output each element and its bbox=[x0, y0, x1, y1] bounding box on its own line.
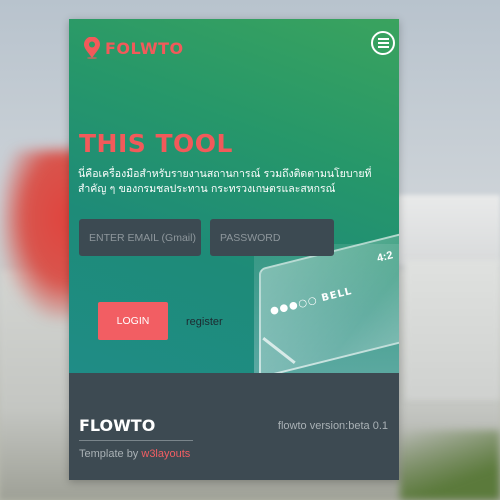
menu-bar bbox=[377, 38, 389, 40]
footer-brand: FLOWTO bbox=[79, 416, 156, 435]
hero-title: THIS TOOL bbox=[79, 129, 233, 158]
app-window: ●●●○○ BELL 4:2 FOLWTO THIS TOOL นี่คือเค… bbox=[69, 19, 399, 480]
footer: FLOWTO flowto version:beta 0.1 Template … bbox=[69, 373, 399, 480]
background-building-blur bbox=[396, 195, 500, 265]
background-wall-blur bbox=[405, 260, 500, 400]
template-credit: Template by w3layouts bbox=[79, 448, 190, 460]
background-grass-blur bbox=[400, 430, 500, 500]
logo-text: FOLWTO bbox=[105, 38, 184, 58]
login-button[interactable]: LOGIN bbox=[98, 302, 168, 340]
email-input[interactable] bbox=[79, 219, 201, 256]
password-input[interactable] bbox=[210, 219, 334, 256]
hero-section: ●●●○○ BELL 4:2 FOLWTO THIS TOOL นี่คือเค… bbox=[69, 19, 399, 373]
credit-prefix: Template by bbox=[79, 448, 142, 460]
footer-divider bbox=[79, 440, 193, 441]
register-link[interactable]: register bbox=[186, 316, 223, 328]
version-text: flowto version:beta 0.1 bbox=[277, 420, 388, 432]
menu-bar bbox=[377, 46, 389, 48]
w3layouts-link[interactable]: w3layouts bbox=[141, 448, 190, 460]
menu-icon[interactable] bbox=[371, 31, 395, 55]
brand-logo[interactable]: FOLWTO bbox=[83, 36, 184, 60]
menu-bar bbox=[377, 42, 389, 44]
hero-description: นี่คือเครื่องมือสำหรับรายงานสถานการณ์ รว… bbox=[78, 168, 372, 195]
map-pin-icon bbox=[83, 36, 101, 60]
